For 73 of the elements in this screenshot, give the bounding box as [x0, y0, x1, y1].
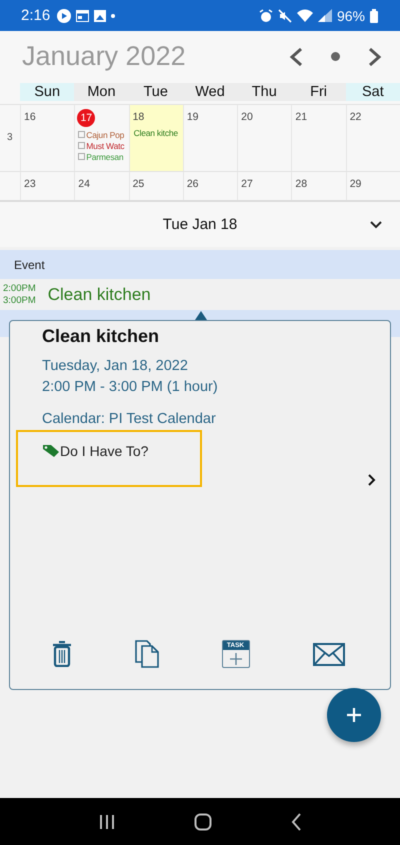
checkbox-icon[interactable]	[78, 153, 86, 160]
start-time: 2:00PM	[3, 282, 36, 294]
day-cell[interactable]: 20	[237, 104, 292, 172]
day-number: 25	[132, 177, 144, 192]
end-time: 3:00PM	[3, 294, 36, 306]
day-number: 29	[350, 177, 362, 192]
day-number: 16	[24, 110, 36, 125]
checkbox-icon[interactable]	[78, 142, 86, 150]
chevron-right-icon[interactable]	[368, 474, 376, 486]
copy-icon[interactable]	[134, 640, 158, 668]
day-number: 18	[132, 110, 144, 125]
checkbox-icon[interactable]	[78, 131, 86, 138]
weekday-label: Thu	[237, 82, 292, 101]
next-icon[interactable]	[368, 46, 382, 67]
calendar-icon	[76, 10, 90, 22]
day-cell[interactable]: 17 Cajun Pop Must Watc Parmesan	[74, 104, 129, 172]
event-date: Tuesday, Jan 18, 2022	[42, 357, 189, 376]
calendar-entry[interactable]: Cajun Pop	[86, 130, 124, 140]
popup-title: Clean kitchen	[42, 326, 160, 347]
day-cell[interactable]: 19	[182, 104, 238, 172]
signal-icon	[318, 9, 332, 22]
back-icon[interactable]	[290, 812, 301, 830]
day-number: 22	[350, 110, 362, 125]
day-number: 20	[241, 110, 253, 125]
weekday-label: Wed	[182, 82, 238, 101]
calendar-entry[interactable]: Clean kitche	[134, 128, 178, 138]
weekday-label: Tue	[128, 82, 183, 101]
tag-icon	[42, 444, 60, 458]
today-dot-icon[interactable]	[331, 52, 340, 62]
chevron-down-icon[interactable]	[370, 220, 382, 228]
event-time: 2:00 PM - 3:00 PM (1 hour)	[42, 378, 219, 397]
mute-icon	[278, 8, 292, 22]
plus-icon	[346, 707, 362, 723]
plus-icon	[228, 652, 242, 666]
previous-icon[interactable]	[289, 46, 303, 67]
calendar-name: Calendar: PI Test Calendar	[42, 411, 217, 427]
calendar-entry[interactable]: Must Watc	[86, 140, 124, 151]
day-number: 27	[241, 177, 253, 192]
home-icon[interactable]	[194, 812, 212, 830]
selected-day-title: Tue Jan 18	[162, 216, 238, 233]
play-icon	[57, 8, 72, 22]
pointer-icon	[195, 311, 207, 320]
section-label: Event	[14, 258, 45, 272]
image-icon	[94, 10, 106, 22]
day-number: 28	[295, 177, 308, 192]
tag-label: Do I Have To?	[60, 443, 148, 459]
day-number: 19	[186, 110, 199, 125]
week-number: 3	[7, 132, 13, 144]
month-title: January 2022	[22, 41, 186, 72]
day-number: 21	[295, 110, 308, 125]
battery-percent: 96%	[336, 8, 365, 24]
weekday-label: Fri	[291, 82, 346, 101]
day-number: 26	[186, 177, 199, 192]
recent-apps-icon[interactable]	[99, 814, 116, 830]
battery-icon	[370, 8, 378, 22]
envelope-icon[interactable]	[312, 642, 344, 666]
dot-icon	[111, 14, 116, 18]
day-cell[interactable]: 22	[346, 104, 400, 172]
day-cell[interactable]: 21	[291, 104, 346, 172]
weekday-label: Sat	[346, 82, 400, 101]
weekday-label: Mon	[74, 82, 129, 101]
status-time: 2:16	[21, 7, 50, 24]
day-number: 17	[77, 108, 96, 127]
day-cell[interactable]: 16	[20, 104, 74, 172]
weekday-label: Sun	[20, 82, 74, 101]
add-button[interactable]	[327, 688, 381, 742]
event-title[interactable]: Clean kitchen	[48, 284, 151, 304]
wifi-icon	[296, 9, 313, 22]
trash-icon[interactable]	[52, 641, 72, 667]
day-number: 24	[78, 177, 90, 192]
day-number: 23	[24, 177, 36, 192]
alarm-icon	[258, 8, 273, 22]
day-cell[interactable]: 18 Clean kitche	[128, 104, 183, 172]
